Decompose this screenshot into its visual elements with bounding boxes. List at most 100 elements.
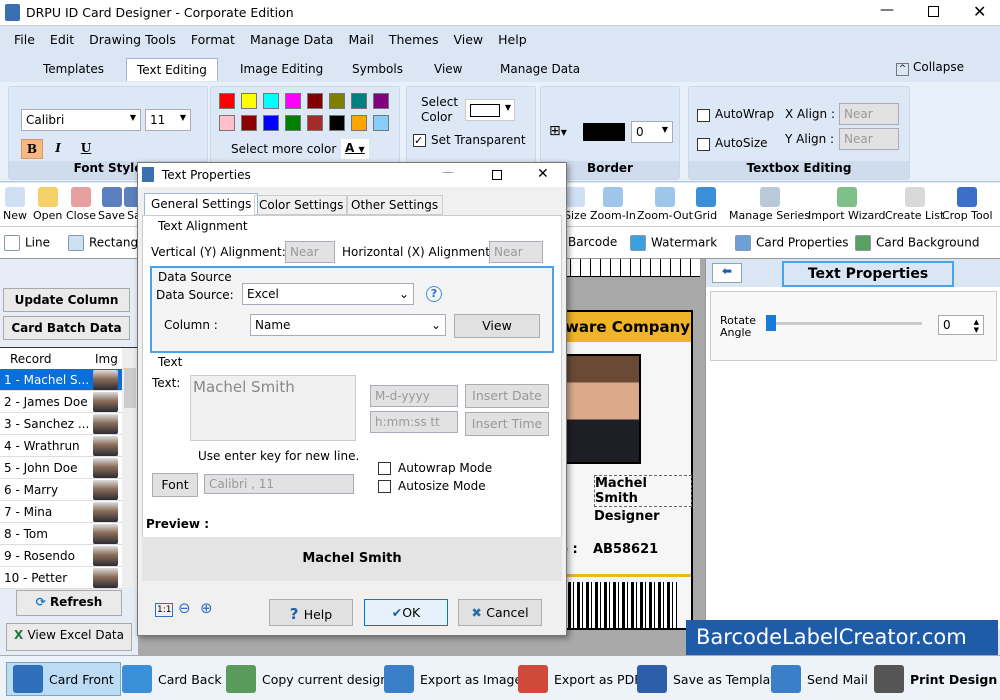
tab-view[interactable]: View <box>424 58 472 81</box>
help-button[interactable]: ? Help <box>269 599 353 626</box>
color-swatch[interactable] <box>373 115 389 131</box>
y-align-select[interactable]: Near <box>839 128 899 150</box>
autosize-checkbox[interactable] <box>697 138 710 151</box>
tab-text-editing[interactable]: Text Editing <box>126 58 218 81</box>
toolbar-new[interactable]: New <box>3 187 27 222</box>
refresh-button[interactable]: ⟳ Refresh <box>16 590 122 616</box>
tab-image-editing[interactable]: Image Editing <box>230 58 333 81</box>
record-row[interactable]: 1 - Machel S... <box>0 369 122 391</box>
tab-manage-data[interactable]: Manage Data <box>490 58 590 81</box>
toolbar-close[interactable]: Close <box>66 187 96 222</box>
toolbar-grid[interactable]: Grid <box>694 187 717 222</box>
menu-file[interactable]: File <box>0 26 43 47</box>
update-column-button[interactable]: Update Column <box>3 288 130 312</box>
bottom-save-as-template-button[interactable]: Save as Template <box>637 662 783 696</box>
toolbar-manage-series[interactable]: Manage Series <box>729 187 810 222</box>
color-swatch[interactable] <box>329 93 345 109</box>
menu-themes[interactable]: Themes <box>382 26 447 47</box>
rotate-angle-spinner[interactable]: 0 ▲ ▼ <box>938 315 984 335</box>
rotate-angle-slider[interactable] <box>766 315 922 331</box>
close-button[interactable]: ✕ <box>973 2 986 21</box>
column-select[interactable]: Name ⌄ <box>250 314 446 336</box>
color-swatch[interactable] <box>307 115 323 131</box>
tool-card-background[interactable]: Card Background <box>855 235 979 251</box>
color-swatch[interactable] <box>373 93 389 109</box>
border-style-dropdown[interactable]: ⊞▼ <box>549 123 567 139</box>
toolbar-save[interactable]: Save <box>98 187 125 222</box>
toolbar-zoom-in[interactable]: Zoom-In <box>590 187 636 222</box>
menu-view[interactable]: View <box>446 26 491 47</box>
insert-time-button[interactable]: Insert Time <box>465 412 549 436</box>
font-size-select[interactable]: 11 ▼ <box>145 109 191 131</box>
minimize-button[interactable]: — <box>880 2 894 18</box>
tool-line[interactable]: Line <box>4 235 50 251</box>
color-swatch[interactable] <box>263 115 279 131</box>
records-scrollbar[interactable] <box>122 348 138 588</box>
tool-card-properties[interactable]: Card Properties <box>735 235 849 251</box>
record-row[interactable]: 8 - Tom <box>0 523 122 545</box>
bottom-copy-current-design-button[interactable]: Copy current design <box>226 662 388 696</box>
back-arrow-button[interactable]: ⬅ <box>712 263 742 283</box>
cancel-button[interactable]: ✖ Cancel <box>458 599 542 626</box>
dialog-close[interactable]: ✕ <box>537 166 549 182</box>
toolbar-create-list[interactable]: Create List <box>885 187 944 222</box>
record-row[interactable]: 2 - James Doe <box>0 391 122 413</box>
bottom-card-front-button[interactable]: Card Front <box>6 662 121 696</box>
dialog-maximize[interactable] <box>492 170 502 180</box>
horizontal-alignment-select[interactable]: Near <box>489 241 543 263</box>
dialog-tab-general[interactable]: General Settings <box>144 193 259 216</box>
menu-edit[interactable]: Edit <box>43 26 82 47</box>
record-row[interactable]: 9 - Rosendo <box>0 545 122 567</box>
dialog-tab-other[interactable]: Other Settings <box>346 195 444 215</box>
tab-symbols[interactable]: Symbols <box>342 58 413 81</box>
font-name-select[interactable]: Calibri ▼ <box>21 109 141 131</box>
italic-button[interactable]: I <box>47 139 69 159</box>
border-color-dropdown[interactable] <box>583 123 625 141</box>
color-swatch[interactable] <box>351 115 367 131</box>
record-row[interactable]: 4 - Wrathrun <box>0 435 122 457</box>
toolbar-crop-tool[interactable]: Crop Tool <box>942 187 993 222</box>
date-format-select[interactable]: M-d-yyyy <box>370 385 458 407</box>
font-color-button[interactable]: A ▼ <box>341 139 369 159</box>
menu-manage-data[interactable]: Manage Data <box>243 26 341 47</box>
bottom-card-back-button[interactable]: Card Back <box>122 662 222 696</box>
toolbar-size[interactable]: Size <box>564 187 587 222</box>
color-swatch[interactable] <box>241 93 257 109</box>
menu-mail[interactable]: Mail <box>341 26 381 47</box>
color-swatch[interactable] <box>329 115 345 131</box>
dialog-minimize[interactable]: — <box>442 165 454 179</box>
maximize-button[interactable] <box>928 6 939 17</box>
tool-barcode[interactable]: Barcode <box>568 235 617 249</box>
bottom-send-mail-button[interactable]: Send Mail <box>771 662 868 696</box>
ok-button[interactable]: ✔OK <box>364 599 448 626</box>
card-batch-data-button[interactable]: Card Batch Data <box>3 316 130 340</box>
color-swatch[interactable] <box>241 115 257 131</box>
toolbar-zoom-out[interactable]: Zoom-Out <box>637 187 693 222</box>
border-width-select[interactable]: 0 ▼ <box>631 121 673 143</box>
insert-date-button[interactable]: Insert Date <box>465 384 549 408</box>
select-more-color[interactable]: Select more color <box>231 142 336 156</box>
underline-button[interactable]: U <box>75 139 97 159</box>
color-swatch[interactable] <box>219 93 235 109</box>
zoom-out-icon[interactable]: ⊖ <box>178 599 191 617</box>
color-swatch[interactable] <box>351 93 367 109</box>
font-button[interactable]: Font <box>152 473 198 497</box>
bottom-export-as-pdf-button[interactable]: Export as PDF <box>518 662 641 696</box>
color-swatch[interactable] <box>263 93 279 109</box>
dialog-tab-color[interactable]: Color Settings <box>254 195 349 215</box>
record-row[interactable]: 7 - Mina <box>0 501 122 523</box>
collapse-button[interactable]: ^ Collapse <box>896 60 964 76</box>
x-align-select[interactable]: Near <box>839 103 899 125</box>
bottom-export-as-image-button[interactable]: Export as Image <box>384 662 522 696</box>
data-source-select[interactable]: Excel ⌄ <box>242 283 414 305</box>
set-transparent-checkbox[interactable]: ✓ <box>413 134 426 147</box>
color-swatch[interactable] <box>219 115 235 131</box>
view-excel-data-button[interactable]: X View Excel Data <box>6 623 132 651</box>
bottom-print-design-button[interactable]: Print Design <box>874 662 997 696</box>
help-icon[interactable]: ? <box>426 286 442 302</box>
color-swatch[interactable] <box>285 115 301 131</box>
record-row[interactable]: 6 - Marry <box>0 479 122 501</box>
menu-format[interactable]: Format <box>184 26 243 47</box>
vertical-alignment-select[interactable]: Near <box>285 241 335 263</box>
autosize-mode-checkbox[interactable] <box>378 480 391 493</box>
